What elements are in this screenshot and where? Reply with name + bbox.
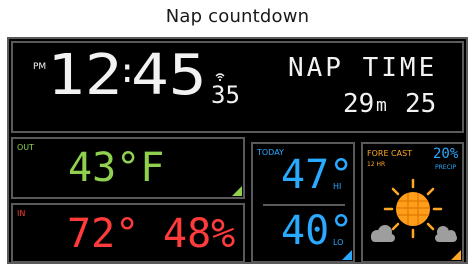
page-title: Nap countdown [165, 6, 310, 27]
today-high-label: HI [333, 182, 342, 191]
clock-minute: 45 [131, 43, 207, 108]
outdoor-label: OUT [17, 143, 35, 152]
am-pm-indicator: PM [33, 62, 47, 72]
today-panel: TODAY 47° HI 40° LO [251, 142, 355, 263]
weather-station-display: PM 12 : 45 35 NAP TIME 29 m 25 OUT 43°F … [7, 37, 468, 264]
forecast-period: 12 HR [367, 161, 386, 168]
clock-hour: 12 [47, 43, 123, 108]
clock-panel: PM 12 : 45 35 NAP TIME 29 m 25 [11, 41, 464, 133]
indoor-panel: IN 72° 48% [11, 203, 245, 263]
today-label: TODAY [257, 148, 284, 157]
precip-label: PRECIP [435, 164, 457, 171]
today-high: 47° [281, 152, 354, 198]
indoor-humidity: 48% [163, 211, 236, 257]
nap-time-label: NAP TIME [288, 53, 438, 83]
outdoor-temperature: 43°F [68, 145, 165, 191]
forecast-label: FORE CAST [367, 149, 413, 158]
corner-tab-icon [342, 250, 352, 260]
today-divider [263, 204, 345, 206]
today-low-label: LO [333, 238, 344, 247]
forecast-panel: FORE CAST 12 HR 20% PRECIP [361, 142, 464, 263]
indoor-label: IN [17, 209, 26, 218]
outdoor-panel: OUT 43°F [11, 137, 245, 199]
nap-minutes: 29 [343, 89, 375, 119]
partly-sunny-icon [365, 172, 462, 252]
today-low: 40° [281, 208, 354, 254]
clock-seconds: 35 [211, 81, 240, 109]
indoor-temperature: 72° [67, 211, 140, 257]
wifi-icon [215, 67, 225, 82]
corner-tab-icon [232, 186, 242, 196]
nap-seconds: 25 [405, 89, 437, 119]
corner-tab-icon [451, 250, 461, 260]
nap-minutes-unit: m [376, 95, 387, 116]
precip-value: 20% [433, 146, 459, 162]
